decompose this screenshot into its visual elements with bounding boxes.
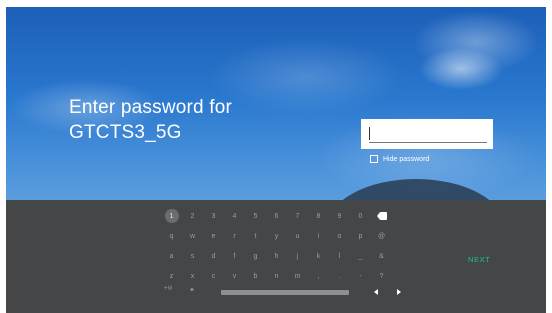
backspace-key[interactable] [371, 208, 392, 224]
key-d[interactable]: d [203, 248, 224, 264]
key-k[interactable]: k [308, 248, 329, 264]
key-0[interactable]: 0 [350, 208, 371, 224]
backspace-icon [376, 212, 387, 220]
key-c[interactable]: c [203, 268, 224, 284]
key-y[interactable]: y [266, 228, 287, 244]
key-3[interactable]: 3 [203, 208, 224, 224]
key-at[interactable]: @ [371, 228, 392, 244]
key-r[interactable]: r [224, 228, 245, 244]
key-g[interactable]: g [245, 248, 266, 264]
key-o[interactable]: o [329, 228, 350, 244]
key-a[interactable]: a [161, 248, 182, 264]
key-i[interactable]: i [308, 228, 329, 244]
cursor-left-key[interactable] [374, 289, 378, 295]
settings-key[interactable]: ✦ [189, 286, 195, 294]
key-ampersand[interactable]: & [371, 248, 392, 264]
key-2[interactable]: 2 [182, 208, 203, 224]
key-period[interactable]: . [329, 268, 350, 284]
key-underscore[interactable]: _ [350, 248, 371, 264]
network-name: GTCTS3_5G [69, 122, 182, 143]
key-f[interactable]: f [224, 248, 245, 264]
key-comma[interactable]: , [308, 268, 329, 284]
key-7[interactable]: 7 [287, 208, 308, 224]
space-key[interactable] [221, 290, 349, 295]
key-e[interactable]: e [203, 228, 224, 244]
keyboard-row-3: a s d f g h j k l _ & [161, 248, 392, 264]
hide-password-label: Hide password [383, 155, 430, 163]
key-w[interactable]: w [182, 228, 203, 244]
onscreen-keyboard: 1 2 3 4 5 6 7 8 9 0 q w e r t y u i o p … [6, 200, 546, 313]
key-question[interactable]: ? [371, 268, 392, 284]
key-j[interactable]: j [287, 248, 308, 264]
key-n[interactable]: n [266, 268, 287, 284]
symbols-key[interactable]: +!# [164, 286, 173, 292]
keyboard-row-2: q w e r t y u i o p @ [161, 228, 392, 244]
key-z[interactable]: z [161, 268, 182, 284]
key-v[interactable]: v [224, 268, 245, 284]
key-h[interactable]: h [266, 248, 287, 264]
key-t[interactable]: t [245, 228, 266, 244]
next-button[interactable]: NEXT [468, 255, 490, 264]
cursor-right-key[interactable] [397, 289, 401, 295]
key-p[interactable]: p [350, 228, 371, 244]
settings-icon: ✦ [189, 287, 195, 294]
hide-password-checkbox[interactable] [370, 155, 378, 163]
key-b[interactable]: b [245, 268, 266, 284]
input-underline [369, 142, 487, 143]
hide-password-toggle[interactable]: Hide password [370, 155, 429, 163]
keyboard-row-4: z x c v b n m , . - ? [161, 268, 392, 284]
key-dash[interactable]: - [350, 268, 371, 284]
keyboard-row-numbers: 1 2 3 4 5 6 7 8 9 0 [161, 208, 392, 224]
key-9[interactable]: 9 [329, 208, 350, 224]
key-x[interactable]: x [182, 268, 203, 284]
key-m[interactable]: m [287, 268, 308, 284]
key-1[interactable]: 1 [164, 209, 179, 223]
key-q[interactable]: q [161, 228, 182, 244]
key-s[interactable]: s [182, 248, 203, 264]
tv-screen: Enter password for GTCTS3_5G Hide passwo… [6, 7, 546, 313]
key-5[interactable]: 5 [245, 208, 266, 224]
prompt-line-1: Enter password for [69, 97, 233, 118]
password-input[interactable] [361, 119, 493, 149]
key-4[interactable]: 4 [224, 208, 245, 224]
key-l[interactable]: l [329, 248, 350, 264]
key-u[interactable]: u [287, 228, 308, 244]
password-prompt: Enter password for GTCTS3_5G [69, 95, 232, 145]
text-cursor [369, 127, 370, 140]
key-6[interactable]: 6 [266, 208, 287, 224]
key-8[interactable]: 8 [308, 208, 329, 224]
